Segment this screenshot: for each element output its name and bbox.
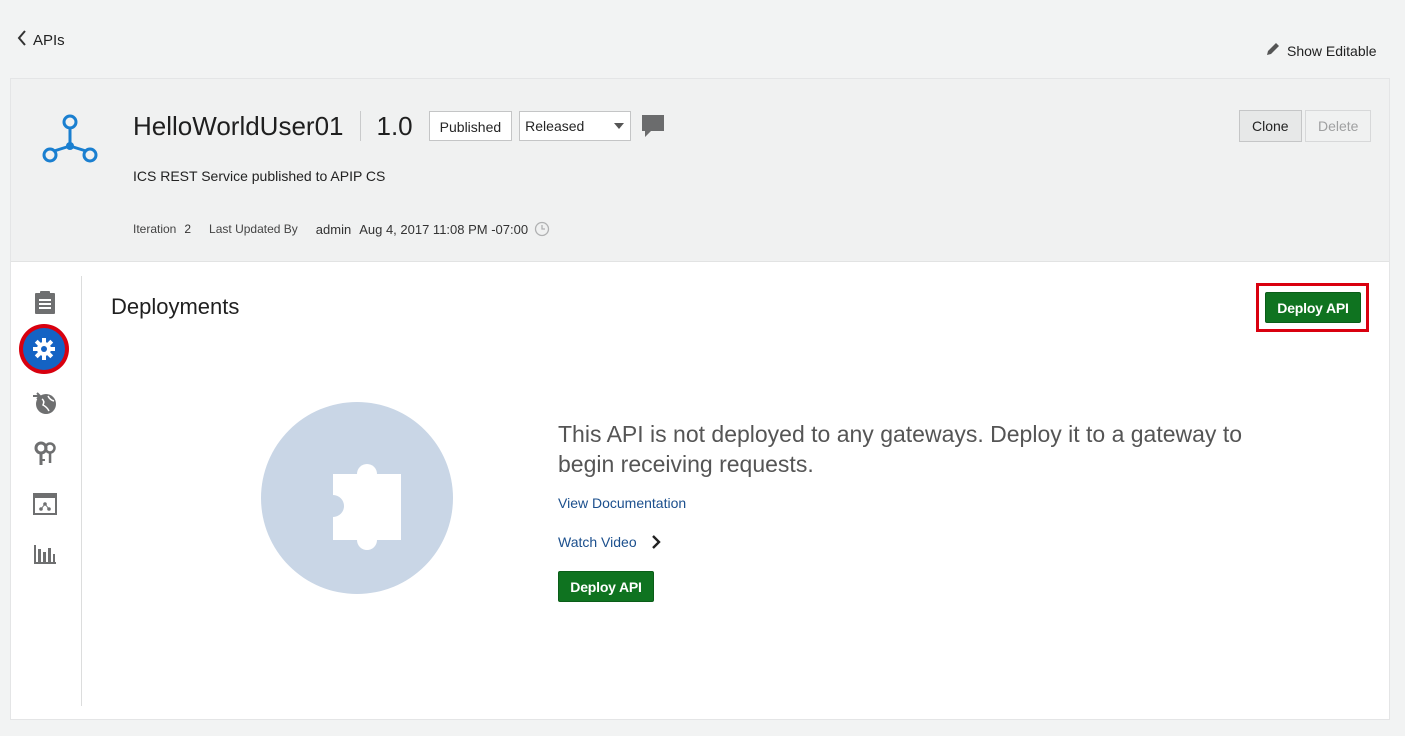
keys-icon [33,441,57,467]
chevron-right-icon [651,535,661,549]
api-meta: Iteration 2 Last Updated By admin Aug 4,… [133,221,550,237]
bar-chart-icon [33,543,57,565]
nav-item-publish[interactable] [30,388,60,418]
delete-button[interactable]: Delete [1305,110,1372,142]
comment-icon[interactable] [640,113,666,139]
api-detail-card: HelloWorldUser01 1.0 Published Released … [10,78,1390,720]
puzzle-piece-illustration [261,402,453,594]
clipboard-icon [34,291,56,315]
watch-video-link[interactable]: Watch Video [558,534,661,550]
empty-state-message: This API is not deployed to any gateways… [558,421,1243,477]
clock-icon [534,221,550,237]
deployments-title: Deployments [111,294,240,319]
state-select[interactable]: Released [519,111,632,141]
puzzle-icon [317,452,407,562]
back-link-label: APIs [33,31,65,49]
api-title-row: HelloWorldUser01 1.0 Published Released [133,109,666,143]
view-documentation-link[interactable]: View Documentation [558,495,686,511]
state-select-value: Released [525,118,585,134]
globe-deploy-icon [32,391,58,415]
portal-icon [33,493,57,515]
nav-item-portal[interactable] [30,489,60,519]
api-version: 1.0 [376,110,413,141]
nav-item-overview[interactable] [30,288,60,318]
updated-date: Aug 4, 2017 11:08 PM -07:00 [359,221,529,237]
updated-by-label: Last Updated By [209,222,298,236]
side-nav [11,276,82,706]
deploy-api-button[interactable]: Deploy API [1265,292,1361,323]
api-name: HelloWorldUser01 [133,110,344,141]
nav-active-indicator [23,328,65,370]
show-editable-toggle[interactable]: Show Editable [1265,41,1377,60]
nav-item-grants[interactable] [30,439,60,469]
pencil-icon [1265,41,1281,60]
show-editable-label: Show Editable [1287,42,1377,59]
published-badge: Published [428,111,513,141]
clone-button[interactable]: Clone [1239,110,1302,142]
api-description: ICS REST Service published to APIP CS [133,168,386,184]
deploy-api-button-secondary[interactable]: Deploy API [558,571,654,602]
title-divider [359,111,361,141]
watch-video-label: Watch Video [558,534,637,550]
chevron-left-icon [17,30,27,50]
gear-icon [32,337,56,361]
back-to-apis-link[interactable]: APIs [17,30,65,50]
iteration-value: 2 [184,222,192,236]
nav-item-analytics[interactable] [30,539,60,569]
api-header: HelloWorldUser01 1.0 Published Released … [11,79,1389,262]
chevron-down-icon [614,123,625,129]
updated-by-value: admin [315,221,352,237]
api-logo-icon [41,113,99,172]
nav-item-deployments[interactable] [19,324,69,374]
iteration-label: Iteration [133,222,177,236]
